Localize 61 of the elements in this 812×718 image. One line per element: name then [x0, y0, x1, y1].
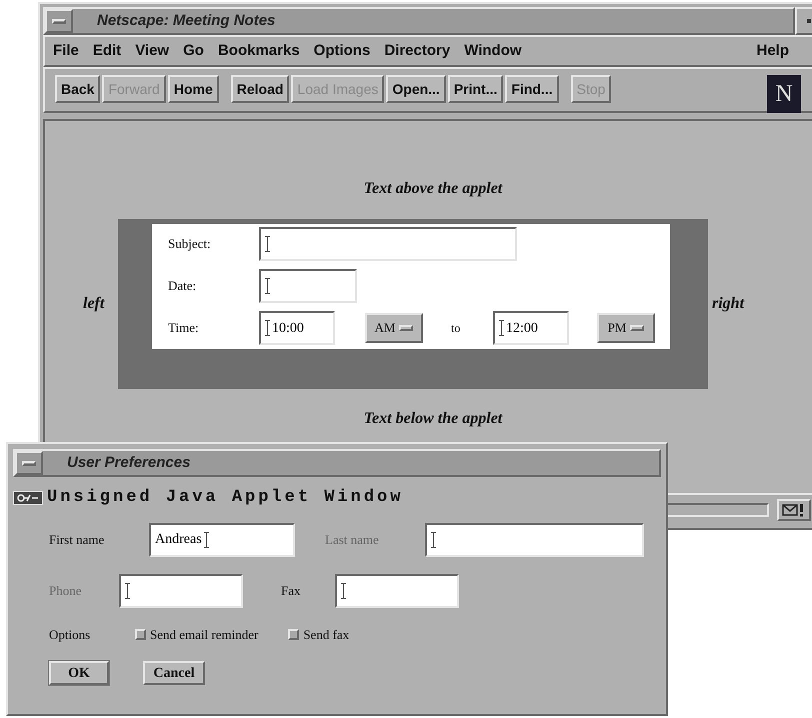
text-field[interactable] — [119, 574, 243, 608]
field-label: Phone — [49, 582, 82, 600]
options-label: Options — [49, 626, 92, 644]
window-title: Netscape: Meeting Notes — [97, 10, 276, 31]
left-text: left — [83, 294, 106, 314]
menu-item[interactable]: File — [53, 40, 79, 62]
menu-item[interactable]: Options — [314, 40, 370, 62]
toolbar-button[interactable]: Reload — [230, 75, 290, 103]
menu-item[interactable]: View — [135, 40, 170, 62]
text-field[interactable] — [425, 522, 644, 556]
toolbar-button[interactable]: Back — [55, 75, 100, 103]
toolbar-button[interactable]: Home — [168, 75, 219, 103]
window-menu-button[interactable] — [45, 9, 73, 33]
text-cursor-icon — [499, 320, 504, 336]
netscape-logo[interactable]: N — [767, 75, 801, 113]
text-cursor-icon — [265, 278, 270, 294]
toolbar-button[interactable]: Open... — [386, 75, 446, 103]
text-cursor-icon — [265, 236, 270, 252]
date-field[interactable] — [259, 269, 357, 303]
text-cursor-icon — [204, 532, 209, 548]
field-label: Last name — [325, 530, 380, 549]
subject-field[interactable] — [259, 227, 517, 261]
text-cursor-icon — [431, 532, 436, 548]
window-menu-button[interactable] — [15, 451, 43, 475]
menu-item[interactable]: Directory — [384, 40, 450, 62]
text-cursor-icon — [125, 582, 130, 598]
broken-key-icon — [13, 490, 43, 505]
window-title: User Preferences — [67, 452, 190, 473]
field-label: Fax — [281, 582, 302, 600]
subject-label: Subject: — [168, 235, 212, 254]
menu-item[interactable]: Bookmarks — [218, 40, 300, 62]
right-text: right — [712, 294, 744, 314]
dialog-button[interactable]: OK — [49, 661, 109, 685]
toolbar-button[interactable]: Print... — [448, 75, 504, 103]
menu-item[interactable]: Window — [464, 40, 522, 62]
checkbox-label: Send email reminder — [150, 626, 258, 644]
period-option-button[interactable]: AM — [365, 313, 423, 343]
toolbar-button[interactable]: Find... — [505, 75, 559, 103]
start-time-field[interactable]: 10:00 — [259, 311, 335, 345]
unsigned-applet-warning: Unsigned Java Applet Window — [47, 487, 404, 509]
period-option-button[interactable]: PM — [597, 313, 655, 343]
menu-item[interactable]: Edit — [92, 40, 122, 62]
mail-status-button[interactable] — [777, 499, 811, 521]
text-field[interactable] — [335, 574, 459, 608]
text-field[interactable]: Andreas — [149, 522, 295, 556]
text-cursor-icon — [341, 582, 346, 598]
menu-item[interactable]: Go — [183, 40, 204, 62]
mail-icon — [782, 503, 806, 517]
time-label: Time: — [168, 319, 200, 338]
text-cursor-icon — [265, 320, 270, 336]
to-label: to — [451, 320, 462, 337]
dialog-button[interactable]: Cancel — [143, 661, 205, 685]
end-time-field[interactable]: 12:00 — [493, 311, 569, 345]
checkbox[interactable] — [135, 628, 146, 640]
checkbox[interactable] — [288, 628, 300, 640]
text-below-applet: Text below the applet — [364, 409, 502, 429]
text-above-applet: Text above the applet — [364, 179, 502, 199]
field-label: First name — [49, 530, 106, 549]
date-label: Date: — [168, 277, 198, 296]
help-menu-item[interactable]: Help — [756, 40, 789, 62]
checkbox-label: Send fax — [303, 626, 350, 644]
